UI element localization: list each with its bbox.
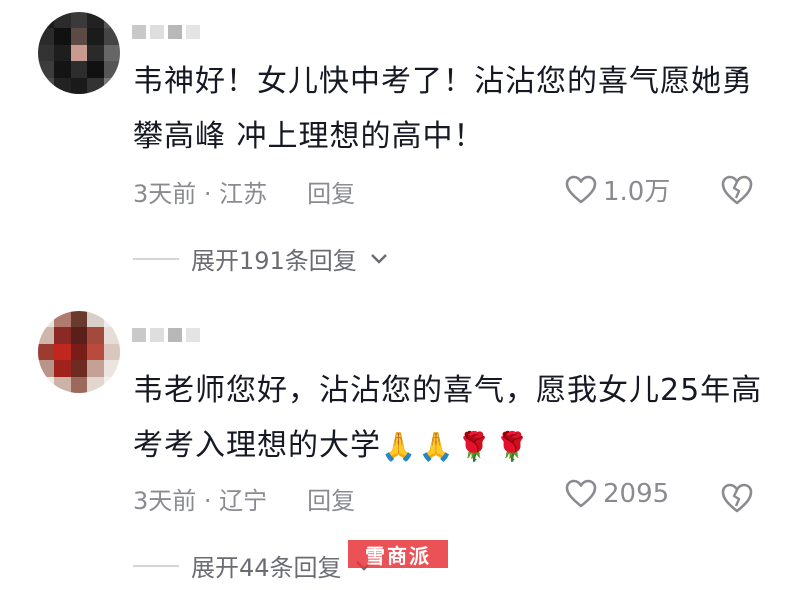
- time-location: 3天前 · 辽宁: [133, 487, 268, 515]
- divider: [133, 257, 179, 260]
- username-blurred[interactable]: [132, 22, 200, 42]
- expand-label: 展开44条回复: [191, 554, 342, 582]
- emoji-row: 🙏 🙏 🌹 🌹: [381, 419, 531, 474]
- broken-heart-icon: [721, 483, 753, 513]
- username-blurred[interactable]: [132, 325, 200, 345]
- praying-hands-emoji: 🙏: [381, 430, 417, 463]
- comment-text: 韦老师您好，沾沾您的喜气，愿我女儿25年高考考入理想的大学 🙏 🙏 🌹 🌹: [133, 363, 773, 474]
- reply-button[interactable]: 回复: [307, 481, 355, 516]
- heart-outline-icon: [565, 175, 597, 203]
- rose-emoji: 🌹: [494, 430, 531, 463]
- expand-replies[interactable]: 展开191条回复: [133, 241, 389, 276]
- dislike-button[interactable]: [720, 174, 754, 210]
- reply-button[interactable]: 回复: [307, 174, 355, 209]
- dislike-button[interactable]: [720, 482, 754, 518]
- broken-heart-icon: [721, 175, 753, 205]
- heart-outline-icon: [565, 479, 597, 508]
- like-count: 2095: [603, 479, 670, 509]
- expand-replies[interactable]: 展开44条回复: [133, 548, 374, 583]
- watermark: 雪商派: [348, 540, 448, 568]
- time-location: 3天前 · 江苏: [133, 180, 268, 208]
- comment-meta: 3天前 · 江苏 回复: [133, 174, 355, 209]
- avatar[interactable]: [38, 12, 120, 94]
- rose-emoji: 🌹: [456, 430, 493, 463]
- like-button[interactable]: 1.0万: [565, 171, 670, 208]
- comment-text: 韦神好！女儿快中考了！沾沾您的喜气愿她勇攀高峰 冲上理想的高中！: [133, 64, 753, 154]
- expand-label: 展开191条回复: [191, 247, 357, 275]
- chevron-down-icon: [370, 253, 387, 264]
- comment-meta: 3天前 · 辽宁 回复: [133, 481, 355, 516]
- like-button[interactable]: 2095: [565, 479, 669, 509]
- like-count: 1.0万: [603, 177, 671, 207]
- divider: [133, 564, 179, 567]
- praying-hands-emoji: 🙏: [418, 430, 455, 463]
- avatar[interactable]: [38, 311, 120, 393]
